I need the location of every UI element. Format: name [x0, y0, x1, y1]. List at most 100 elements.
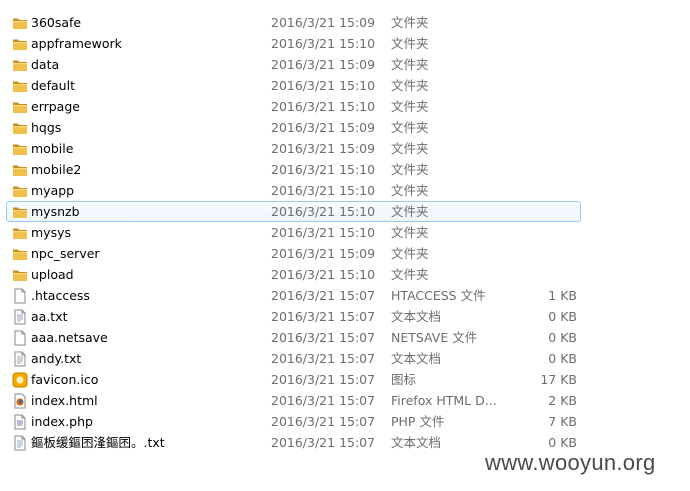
text-file-icon	[12, 309, 28, 325]
file-date-modified: 2016/3/21 15:10	[271, 36, 376, 51]
file-date-modified: 2016/3/21 15:07	[271, 330, 376, 345]
file-date-modified: 2016/3/21 15:09	[271, 141, 376, 156]
file-type: 文本文档	[391, 351, 442, 366]
text-file-icon	[12, 435, 28, 451]
folder-icon	[12, 57, 28, 73]
file-name: 鏂板缓鏂囨湰鏂囨。.txt	[31, 435, 165, 450]
file-type: Firefox HTML D...	[391, 393, 497, 408]
file-name: mobile2	[31, 162, 82, 177]
file-date-modified: 2016/3/21 15:10	[271, 78, 376, 93]
file-row[interactable]: errpage 2016/3/21 15:10 文件夹	[6, 96, 581, 117]
text-file-icon	[12, 351, 28, 367]
file-type: 图标	[391, 372, 417, 387]
file-type: 文件夹	[391, 57, 429, 72]
file-name: mysys	[31, 225, 71, 240]
file-size: 2 KB	[548, 393, 577, 408]
file-type: 文件夹	[391, 225, 429, 240]
file-size: 7 KB	[548, 414, 577, 429]
file-row[interactable]: index.html 2016/3/21 15:07 Firefox HTML D.…	[6, 390, 581, 411]
file-date-modified: 2016/3/21 15:10	[271, 183, 376, 198]
file-row[interactable]: mobile2 2016/3/21 15:10 文件夹	[6, 159, 581, 180]
file-date-modified: 2016/3/21 15:07	[271, 351, 376, 366]
file-row[interactable]: mobile 2016/3/21 15:09 文件夹	[6, 138, 581, 159]
file-name: index.html	[31, 393, 98, 408]
folder-icon	[12, 183, 28, 199]
file-row[interactable]: index.php 2016/3/21 15:07 PHP 文件 7 KB	[6, 411, 581, 432]
file-date-modified: 2016/3/21 15:09	[271, 57, 376, 72]
file-date-modified: 2016/3/21 15:07	[271, 393, 376, 408]
folder-icon	[12, 225, 28, 241]
folder-icon	[12, 246, 28, 262]
file-date-modified: 2016/3/21 15:07	[271, 372, 376, 387]
file-type: 文件夹	[391, 36, 429, 51]
file-row[interactable]: hqgs 2016/3/21 15:09 文件夹	[6, 117, 581, 138]
file-row-selected[interactable]: mysnzb 2016/3/21 15:10 文件夹	[6, 201, 581, 222]
file-type: 文件夹	[391, 78, 429, 93]
file-name: data	[31, 57, 60, 72]
folder-icon	[12, 15, 28, 31]
file-row[interactable]: 360safe 2016/3/21 15:09 文件夹	[6, 12, 581, 33]
file-date-modified: 2016/3/21 15:09	[271, 120, 376, 135]
folder-icon	[12, 141, 28, 157]
file-type: 文件夹	[391, 246, 429, 261]
folder-icon	[12, 267, 28, 283]
file-date-modified: 2016/3/21 15:07	[271, 435, 376, 450]
folder-icon	[12, 36, 28, 52]
firefox-html-icon	[12, 393, 28, 409]
file-name: index.php	[31, 414, 93, 429]
file-date-modified: 2016/3/21 15:09	[271, 15, 376, 30]
file-type: 文本文档	[391, 309, 442, 324]
file-row[interactable]: myapp 2016/3/21 15:10 文件夹	[6, 180, 581, 201]
file-row[interactable]: mysys 2016/3/21 15:10 文件夹	[6, 222, 581, 243]
file-name: favicon.ico	[31, 372, 99, 387]
file-type: 文件夹	[391, 267, 429, 282]
file-date-modified: 2016/3/21 15:07	[271, 309, 376, 324]
file-type: 文本文档	[391, 435, 442, 450]
file-list: 360safe 2016/3/21 15:09 文件夹 appframework 201…	[6, 12, 581, 453]
file-name: aa.txt	[31, 309, 68, 324]
file-row[interactable]: andy.txt 2016/3/21 15:07 文本文档 0 KB	[6, 348, 581, 369]
file-name: npc_server	[31, 246, 100, 261]
file-name: aaa.netsave	[31, 330, 108, 345]
favicon-icon	[12, 372, 28, 388]
file-row[interactable]: default 2016/3/21 15:10 文件夹	[6, 75, 581, 96]
file-type: 文件夹	[391, 162, 429, 177]
php-file-icon	[12, 414, 28, 430]
file-date-modified: 2016/3/21 15:10	[271, 99, 376, 114]
file-size: 0 KB	[548, 330, 577, 345]
file-row[interactable]: data 2016/3/21 15:09 文件夹	[6, 54, 581, 75]
file-explorer-view: 360safe 2016/3/21 15:09 文件夹 appframework 201…	[0, 0, 690, 491]
file-type: NETSAVE 文件	[391, 330, 478, 345]
folder-icon	[12, 99, 28, 115]
file-name: mobile	[31, 141, 74, 156]
folder-icon	[12, 120, 28, 136]
file-row[interactable]: aaa.netsave 2016/3/21 15:07 NETSAVE 文件 0 KB	[6, 327, 581, 348]
file-name: errpage	[31, 99, 80, 114]
folder-icon	[12, 162, 28, 178]
file-name: mysnzb	[31, 204, 80, 219]
file-name: upload	[31, 267, 74, 282]
file-type: 文件夹	[391, 204, 429, 219]
file-row[interactable]: favicon.ico 2016/3/21 15:07 图标 17 KB	[6, 369, 581, 390]
file-date-modified: 2016/3/21 15:10	[271, 162, 376, 177]
folder-icon	[12, 78, 28, 94]
file-row[interactable]: .htaccess 2016/3/21 15:07 HTACCESS 文件 1 KB	[6, 285, 581, 306]
file-name: .htaccess	[31, 288, 90, 303]
file-date-modified: 2016/3/21 15:10	[271, 204, 376, 219]
file-type: 文件夹	[391, 120, 429, 135]
watermark: www.wooyun.org	[485, 450, 656, 475]
file-row[interactable]: npc_server 2016/3/21 15:09 文件夹	[6, 243, 581, 264]
file-size: 17 KB	[540, 372, 577, 387]
folder-icon	[12, 204, 28, 220]
file-type: HTACCESS 文件	[391, 288, 486, 303]
file-type: PHP 文件	[391, 414, 445, 429]
file-row[interactable]: appframework 2016/3/21 15:10 文件夹	[6, 33, 581, 54]
file-row[interactable]: aa.txt 2016/3/21 15:07 文本文档 0 KB	[6, 306, 581, 327]
file-name: andy.txt	[31, 351, 82, 366]
file-name: appframework	[31, 36, 122, 51]
file-date-modified: 2016/3/21 15:10	[271, 267, 376, 282]
file-type: 文件夹	[391, 99, 429, 114]
file-row[interactable]: upload 2016/3/21 15:10 文件夹	[6, 264, 581, 285]
file-type: 文件夹	[391, 15, 429, 30]
file-type: 文件夹	[391, 183, 429, 198]
